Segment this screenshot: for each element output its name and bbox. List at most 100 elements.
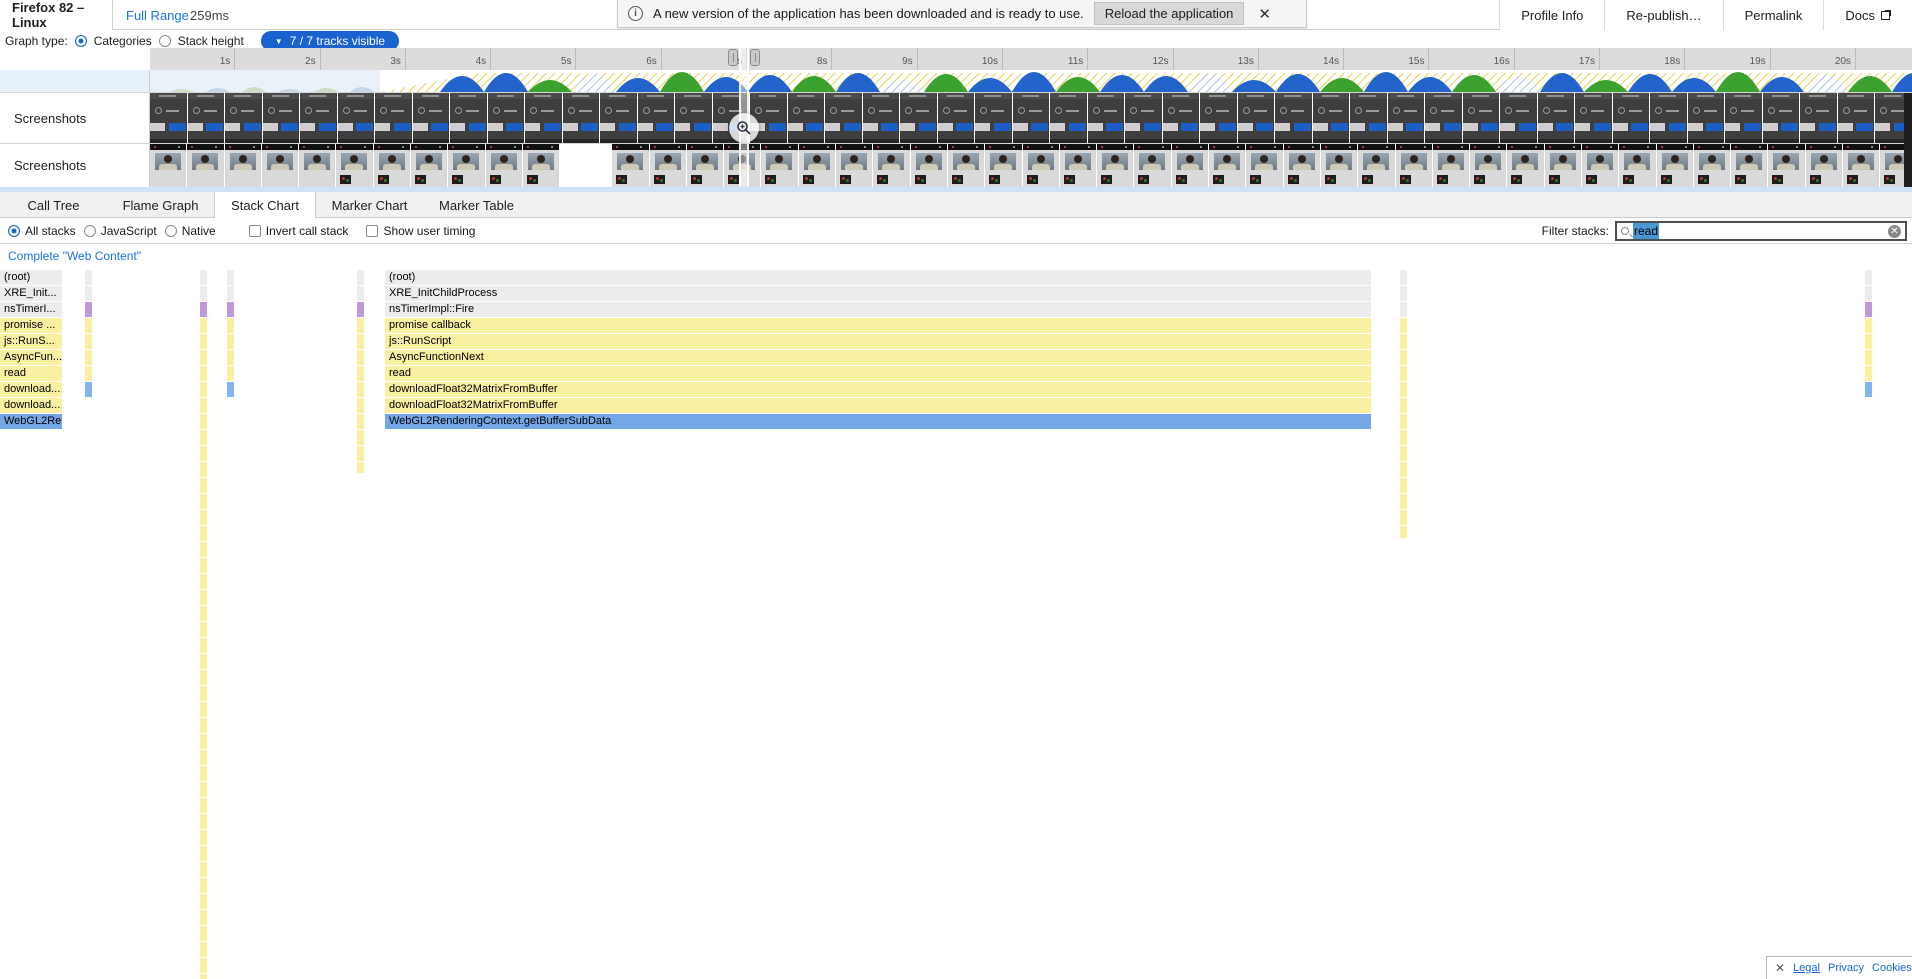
stack-frame[interactable] [1865,350,1872,365]
screenshot-thumbnail[interactable] [337,93,374,143]
stack-frame[interactable] [200,334,207,349]
screenshot-thumbnail[interactable] [412,93,449,143]
stack-frame[interactable] [357,366,364,381]
stack-frame[interactable] [357,350,364,365]
stack-frame[interactable] [357,302,364,317]
screenshot-thumbnail[interactable] [1619,144,1656,187]
screenshot-thumbnail[interactable] [1425,93,1462,143]
stack-frame[interactable] [1400,318,1407,333]
breadcrumb[interactable]: Complete "Web Content" [8,249,141,263]
screenshot-thumbnail[interactable] [836,144,873,187]
screenshot-thumbnail[interactable] [300,93,337,143]
track-label-screenshots-1[interactable]: Screenshots [0,93,150,143]
screenshot-thumbnail[interactable] [1805,144,1843,187]
screenshot-thumbnail[interactable] [612,144,649,187]
stack-frame[interactable] [1865,366,1872,381]
screenshot-thumbnail[interactable] [1209,144,1246,187]
stack-frame[interactable] [227,366,234,381]
clear-filter-icon[interactable]: ✕ [1888,224,1901,238]
stack-frame[interactable] [85,366,92,381]
screenshot-thumbnail[interactable] [487,93,524,143]
screenshot-thumbnail[interactable] [1507,144,1544,187]
screenshot-thumbnail[interactable] [336,144,373,187]
screenshot-thumbnail[interactable] [1731,144,1768,187]
stack-frame[interactable] [85,334,92,349]
screenshot-thumbnail[interactable] [1687,93,1724,143]
checkbox-user-timing-label[interactable]: Show user timing [383,224,475,238]
screenshot-thumbnail[interactable] [649,144,686,187]
header-button-profile-info[interactable]: Profile Info [1499,0,1605,30]
screenshot-thumbnail[interactable] [375,93,412,143]
screenshot-thumbnail[interactable] [686,144,724,187]
stack-frame[interactable] [227,270,234,285]
stack-frame[interactable] [1865,382,1872,397]
stack-frame[interactable] [1400,270,1407,285]
radio-stack-height[interactable] [158,35,171,47]
stack-frame[interactable] [1865,318,1872,333]
tab-call-tree[interactable]: Call Tree [0,192,107,218]
checkbox-show-user-timing[interactable] [366,224,379,237]
stack-frame[interactable]: download... [0,398,62,413]
screenshot-thumbnail[interactable] [1693,144,1731,187]
stack-frame[interactable]: js::RunS... [0,334,62,349]
stack-frame-column[interactable] [357,430,364,473]
stack-frame[interactable] [1865,302,1872,317]
stack-frame[interactable] [1400,366,1407,381]
stack-frame[interactable] [357,414,364,429]
screenshot-thumbnail[interactable] [1358,144,1395,187]
radio-categories[interactable] [74,35,87,47]
stack-frame[interactable] [1865,286,1872,301]
screenshot-thumbnail[interactable] [485,144,522,187]
filter-stacks-input[interactable]: read ✕ [1615,221,1907,241]
stack-frame[interactable] [357,382,364,397]
stack-frame[interactable] [85,286,92,301]
screenshot-thumbnail[interactable] [1387,93,1424,143]
legal-link[interactable]: Legal [1793,962,1820,974]
screenshot-thumbnail[interactable] [150,93,187,143]
stack-frame[interactable] [200,318,207,333]
screenshot-thumbnail[interactable] [1200,93,1237,143]
screenshot-thumbnail[interactable] [787,93,824,143]
track-label-main[interactable] [0,70,150,92]
stack-frame[interactable]: AsyncFunctionNext [385,350,1371,365]
header-button-re-publish[interactable]: Re-publish… [1604,0,1723,30]
close-cookie-bar-icon[interactable]: ✕ [1775,961,1785,975]
stack-frame[interactable] [200,302,207,317]
category-graph-track[interactable] [150,70,1912,92]
header-button-docs[interactable]: Docs [1823,0,1912,30]
stack-frame[interactable]: XRE_Init... [0,286,62,301]
screenshot-thumbnail[interactable] [1462,93,1499,143]
close-notification-icon[interactable]: ✕ [1254,5,1275,23]
stack-frame[interactable] [200,398,207,413]
screenshot-thumbnail[interactable] [637,93,674,143]
stack-frame[interactable] [1400,286,1407,301]
stack-frame[interactable]: (root) [0,270,62,285]
screenshot-thumbnail[interactable] [1320,144,1358,187]
stack-frame[interactable] [227,286,234,301]
stack-frame[interactable] [200,286,207,301]
screenshot-thumbnail[interactable] [1312,93,1349,143]
stack-frame[interactable] [85,350,92,365]
checkbox-invert-label[interactable]: Invert call stack [266,224,349,238]
screenshot-thumbnail[interactable] [1544,144,1581,187]
screenshot-thumbnail[interactable] [224,144,261,187]
tab-flame-graph[interactable]: Flame Graph [107,192,214,218]
screenshot-thumbnail[interactable] [825,93,862,143]
radio-categories-label[interactable]: Categories [94,34,152,48]
screenshot-thumbnail[interactable] [1500,93,1537,143]
screenshot-thumbnail[interactable] [150,144,187,187]
screenshot-thumbnail[interactable] [1162,93,1199,143]
screenshot-thumbnail[interactable] [562,93,599,143]
stack-frame[interactable]: XRE_InitChildProcess [385,286,1371,301]
radio-javascript-label[interactable]: JavaScript [101,224,157,238]
stack-frame[interactable]: read [385,366,1371,381]
screenshot-thumbnail[interactable] [862,93,899,143]
stack-frame[interactable]: (root) [385,270,1371,285]
screenshot-thumbnail[interactable] [1837,93,1874,143]
stack-frame[interactable] [227,318,234,333]
stack-frame[interactable]: nsTimerImpl::Fire [385,302,1371,317]
timeline-ruler[interactable]: 1s2s3s4s5s6s7s8s9s10s11s12s13s14s15s16s1… [150,48,1912,70]
stack-frame[interactable]: promise callback [385,318,1371,333]
stack-frame[interactable] [357,318,364,333]
stack-frame[interactable] [227,302,234,317]
